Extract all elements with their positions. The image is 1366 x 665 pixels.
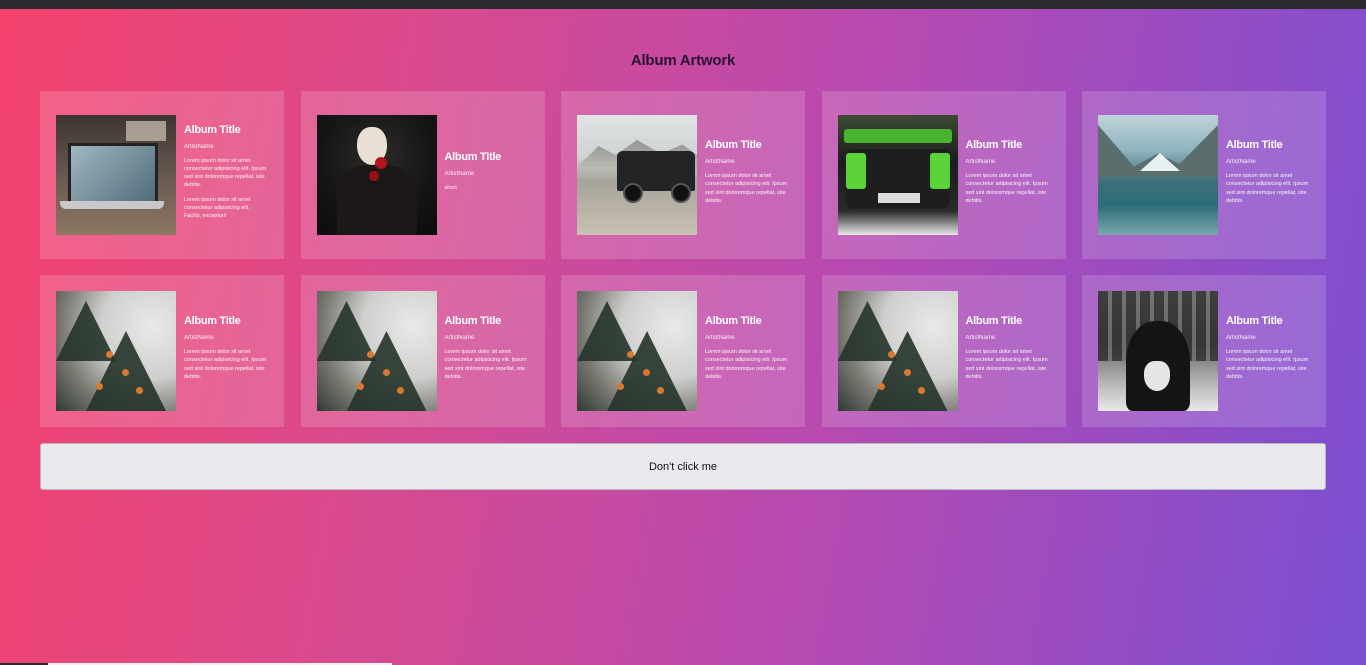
album-cover-tree xyxy=(837,291,958,411)
wheel-shape xyxy=(623,183,643,203)
album-card[interactable]: Album Title ArtistName Lorem ipsum dolor… xyxy=(561,275,805,427)
berry-shape xyxy=(366,351,374,358)
album-info: Album Title ArtistName Lorem ipsum dolor… xyxy=(705,315,789,387)
berry-shape xyxy=(396,387,404,394)
artist-name: ArtistName xyxy=(965,335,996,341)
album-cover-mask xyxy=(316,115,437,235)
laptop-screen-shape xyxy=(68,143,158,205)
berry-shape xyxy=(657,387,664,394)
wheel-shape xyxy=(671,183,691,203)
album-card[interactable]: Album Title ArtistName Lorem ipsum dolor… xyxy=(40,91,284,259)
berry-shape xyxy=(617,383,624,390)
album-title: Album Title xyxy=(705,315,762,327)
album-info: Album Title ArtistName Lorem ipsum dolor… xyxy=(966,139,1050,211)
album-info: Album Title ArtistName Lorem ipsum dolor… xyxy=(705,139,789,211)
album-title: Album Title xyxy=(184,315,241,327)
berry-shape xyxy=(382,369,390,376)
album-description: Lorem ipsum dolor sit amet consectetur a… xyxy=(1226,173,1309,204)
album-description: short xyxy=(444,185,457,192)
album-title: Album Title xyxy=(965,315,1023,327)
album-cover-tree xyxy=(577,291,697,411)
album-card[interactable]: Album Title ArtistName Lorem ipsum dolor… xyxy=(1082,91,1326,259)
album-title: Album Title xyxy=(1226,315,1283,327)
album-card[interactable]: Album Title ArtistName Lorem ipsum dolor… xyxy=(1082,275,1326,427)
mask-shape xyxy=(1144,361,1170,391)
artist-name: ArtistName xyxy=(705,159,735,165)
artist-name: ArtistName xyxy=(1226,159,1256,165)
album-info: Album Title ArtistName short xyxy=(445,151,529,198)
album-title: Album Title xyxy=(1226,139,1283,151)
album-info: Album Title ArtistName Lorem ipsum dolor… xyxy=(1226,315,1310,387)
rose-shape xyxy=(374,157,387,169)
browser-top-bar xyxy=(0,0,1366,9)
page-title: Album Artwork xyxy=(630,52,736,69)
artist-name: ArtistName xyxy=(444,335,475,341)
album-description: Lorem ipsum dolor sit amet consectetur a… xyxy=(705,173,788,204)
berry-shape xyxy=(903,369,911,376)
album-description: Lorem ipsum dolor sit amet consectetur a… xyxy=(705,349,788,380)
berry-shape xyxy=(122,369,129,376)
car-light-shape xyxy=(929,153,950,189)
berry-shape xyxy=(96,383,103,390)
car-plate-shape xyxy=(877,193,920,203)
berry-shape xyxy=(643,369,650,376)
album-title: Album Title xyxy=(705,139,762,151)
car-light-shape xyxy=(845,153,866,189)
berry-shape xyxy=(106,351,113,358)
album-description-2: Lorem ipsum dolor sit amet consectetur a… xyxy=(184,196,251,220)
album-description: Lorem ipsum dolor sit amet consectetur a… xyxy=(965,173,1048,204)
album-description: Lorem ipsum dolor sit amet consectetur a… xyxy=(184,157,267,189)
album-description: Lorem ipsum dolor sit amet consectetur a… xyxy=(444,349,527,380)
album-title: Album Title xyxy=(184,123,241,136)
album-card[interactable]: Album Title ArtistName Lorem ipsum dolor… xyxy=(300,275,545,427)
album-cover-truck xyxy=(577,115,697,235)
album-card[interactable]: Album Title ArtistName Lorem ipsum dolor… xyxy=(821,91,1066,259)
berry-shape xyxy=(356,383,364,390)
car-wing-shape xyxy=(843,129,952,143)
album-info: Album Title ArtistName Lorem ipsum dolor… xyxy=(184,124,268,227)
album-cover-laptop xyxy=(56,115,176,235)
berry-shape xyxy=(627,351,634,358)
album-cover-anonymous xyxy=(1098,291,1218,411)
album-title: Album Title xyxy=(444,315,502,327)
album-card[interactable]: Album Title ArtistName short xyxy=(300,91,545,259)
album-info: Album Title ArtistName Lorem ipsum dolor… xyxy=(966,315,1050,387)
album-title: Album Title xyxy=(444,151,502,164)
album-description: Lorem ipsum dolor sit amet consectetur a… xyxy=(1226,349,1309,380)
berry-shape xyxy=(877,383,885,390)
dont-click-button[interactable]: Don't click me xyxy=(40,443,1326,490)
berry-shape xyxy=(136,387,143,394)
artist-name: ArtistName xyxy=(444,171,475,178)
artist-name: ArtistName xyxy=(184,335,214,341)
album-description: Lorem ipsum dolor sit amet consectetur a… xyxy=(965,349,1048,380)
album-cover-lake xyxy=(1098,115,1218,235)
artist-name: ArtistName xyxy=(184,143,214,150)
window-shape xyxy=(126,121,166,141)
album-info: Album Title ArtistName Lorem ipsum dolor… xyxy=(184,315,268,387)
album-cover-tree xyxy=(316,291,437,411)
album-cover-car xyxy=(837,115,958,235)
berry-shape xyxy=(917,387,925,394)
artist-name: ArtistName xyxy=(965,159,996,165)
artist-name: ArtistName xyxy=(705,335,735,341)
album-grid: Album Title ArtistName Lorem ipsum dolor… xyxy=(40,91,1326,427)
album-card[interactable]: Album Title ArtistName Lorem ipsum dolor… xyxy=(821,275,1066,427)
album-card[interactable]: Album Title ArtistName Lorem ipsum dolor… xyxy=(40,275,284,427)
artist-name: ArtistName xyxy=(1226,335,1256,341)
album-title: Album Title xyxy=(965,139,1023,151)
album-info: Album Title ArtistName Lorem ipsum dolor… xyxy=(1226,139,1310,211)
laptop-base-shape xyxy=(60,201,164,209)
rose-shape xyxy=(368,171,379,181)
album-card[interactable]: Album Title ArtistName Lorem ipsum dolor… xyxy=(561,91,805,259)
album-info: Album Title ArtistName Lorem ipsum dolor… xyxy=(445,315,529,387)
berry-shape xyxy=(887,351,895,358)
album-description: Lorem ipsum dolor sit amet consectetur a… xyxy=(184,349,267,380)
album-cover-tree xyxy=(56,291,176,411)
